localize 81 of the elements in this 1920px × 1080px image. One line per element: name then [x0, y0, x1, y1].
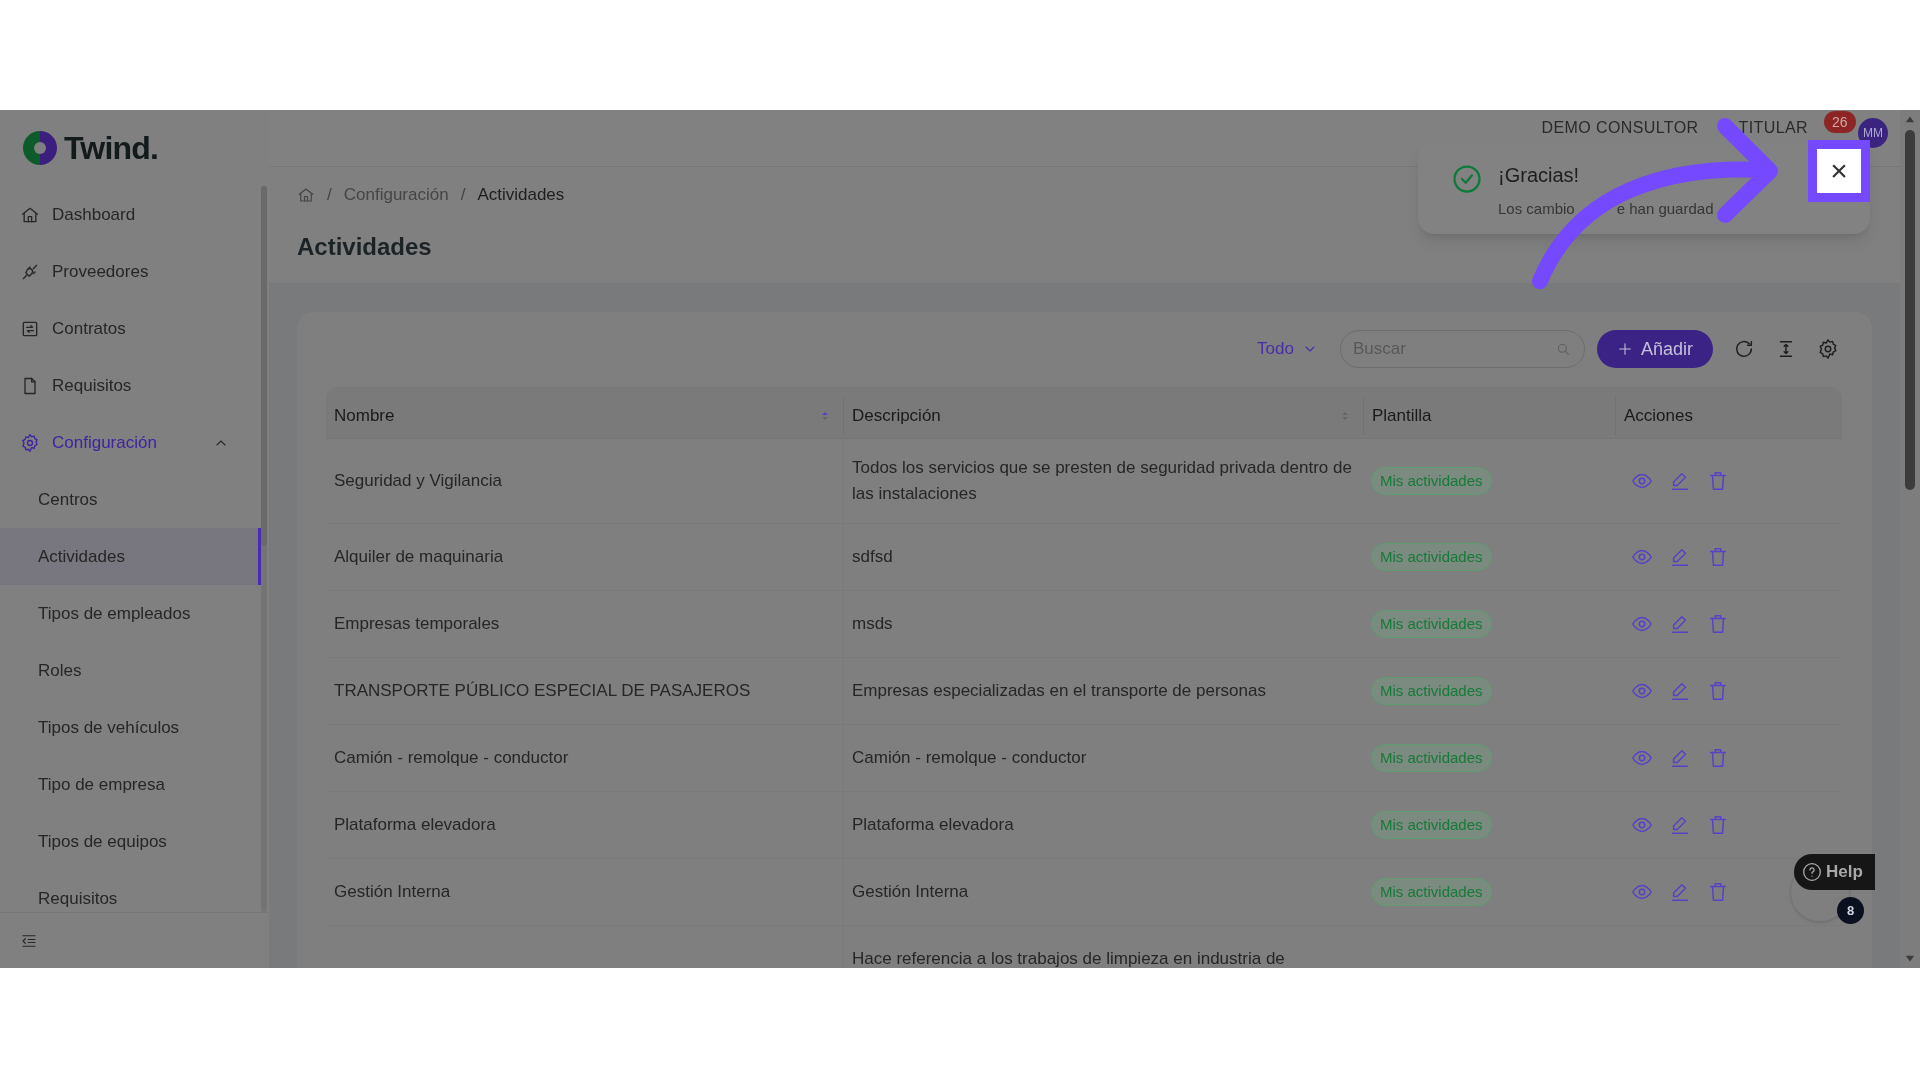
- column-header: Plantilla: [1363, 397, 1615, 435]
- edit-icon[interactable]: [1669, 613, 1691, 635]
- template-tag: Mis actividades: [1371, 609, 1492, 639]
- template-tag: Mis actividades: [1371, 676, 1492, 706]
- sidebar-item[interactable]: Proveedores: [0, 243, 269, 300]
- sidebar-item[interactable]: Requisitos: [0, 357, 269, 414]
- breadcrumb-separator: /: [327, 184, 332, 207]
- edit-icon[interactable]: [1669, 881, 1691, 903]
- scrollbar-thumb[interactable]: [261, 186, 267, 546]
- page-title: Actividades: [297, 232, 433, 262]
- sidebar-item[interactable]: Actividades: [0, 528, 261, 585]
- edit-icon[interactable]: [1669, 470, 1691, 492]
- edit-icon[interactable]: [1669, 814, 1691, 836]
- sidebar-item[interactable]: Dashboard: [0, 186, 269, 243]
- breadcrumb-separator: /: [460, 184, 466, 207]
- plus-icon: [1616, 341, 1633, 357]
- breadcrumb-current: Actividades: [477, 184, 565, 207]
- sidebar-item[interactable]: Configuración: [0, 414, 269, 471]
- table-cell-text: Gestión Interna: [334, 881, 451, 904]
- close-button[interactable]: ×: [1808, 140, 1870, 202]
- help-icon: [1802, 862, 1822, 882]
- delete-icon[interactable]: [1707, 680, 1729, 702]
- edit-icon[interactable]: [1669, 546, 1691, 568]
- table-cell-text: sdfsd: [852, 546, 893, 568]
- logo-text: Twind.: [64, 129, 159, 168]
- toast-message: e han guardad: [1616, 199, 1714, 219]
- edit-icon[interactable]: [1669, 747, 1691, 769]
- column-header: Acciones: [1615, 397, 1842, 435]
- help-tooltip[interactable]: Help: [1794, 854, 1875, 890]
- scroll-up-icon[interactable]: [1904, 114, 1916, 124]
- scrollbar-thumb[interactable]: [1905, 130, 1915, 490]
- logo-icon: [20, 129, 60, 167]
- breadcrumb-link[interactable]: Configuración: [343, 182, 449, 208]
- template-tag: Mis actividades: [1371, 542, 1492, 572]
- sidebar-item[interactable]: Contratos: [0, 300, 269, 357]
- delete-icon[interactable]: [1707, 613, 1729, 635]
- settings-icon: [20, 432, 40, 453]
- filter-dropdown[interactable]: Todo: [1257, 336, 1318, 362]
- table-cell-text: Hace referencia a los trabajos de limpieza en industria de: [852, 948, 1285, 968]
- sidebar-item[interactable]: Tipos de equipos: [0, 813, 269, 870]
- settings-icon[interactable]: [1817, 338, 1839, 360]
- sidebar-item[interactable]: Centros: [0, 471, 269, 528]
- edit-icon[interactable]: [1669, 680, 1691, 702]
- template-tag: Mis actividades: [1371, 877, 1492, 907]
- column-header[interactable]: Descripción: [843, 397, 1363, 435]
- table-cell-text: Plataforma elevadora: [852, 814, 1014, 836]
- table-cell-text: Empresas temporales: [334, 613, 500, 636]
- toast-message: Los cambio: [1498, 199, 1575, 219]
- sidebar-item[interactable]: Tipo de empresa: [0, 756, 269, 813]
- account-name: DEMO CONSULTOR: [1541, 118, 1699, 138]
- table-cell-text: Camión - remolque - conductor: [334, 747, 569, 770]
- table-cell-text: TRANSPORTE PÚBLICO ESPECIAL DE PASAJEROS: [334, 680, 751, 703]
- delete-icon[interactable]: [1707, 881, 1729, 903]
- sidebar-item[interactable]: Tipos de empleados: [0, 585, 269, 642]
- notification-badge: 26: [1824, 111, 1856, 133]
- table-cell-text: msds: [852, 613, 893, 635]
- template-tag: Mis actividades: [1371, 466, 1492, 496]
- scroll-down-icon[interactable]: [1904, 954, 1916, 964]
- template-tag: Mis actividades: [1371, 810, 1492, 840]
- table-cell-text: Camión - remolque - conductor: [852, 747, 1087, 769]
- table-cell-text: Seguridad y Vigilancia: [334, 470, 502, 493]
- table-cell-text: Empresas especializadas en el transporte de personas: [852, 680, 1266, 702]
- delete-icon[interactable]: [1707, 747, 1729, 769]
- table-cell-text: Alquiler de maquinaria: [334, 546, 504, 569]
- add-button[interactable]: Añadir: [1596, 330, 1713, 368]
- column-header[interactable]: Nombre: [326, 387, 843, 445]
- home-icon[interactable]: [297, 186, 315, 204]
- table-cell-text: Todos los servicios que se presten de seguridad privada dentro de las instalaciones: [852, 457, 1353, 505]
- toast-title: ¡Gracias!: [1498, 163, 1581, 188]
- sidebar-item[interactable]: Requisitos: [0, 870, 269, 912]
- table-cell-text: Plataforma elevadora: [334, 814, 496, 837]
- table-cell-text: Gestión Interna: [852, 881, 969, 903]
- delete-icon[interactable]: [1707, 814, 1729, 836]
- success-check-icon: [1452, 164, 1482, 194]
- account-name: TITULAR: [1738, 118, 1808, 138]
- sidebar-item[interactable]: Tipos de vehículos: [0, 699, 269, 756]
- sidebar-item[interactable]: Roles: [0, 642, 269, 699]
- delete-icon[interactable]: [1707, 470, 1729, 492]
- template-tag: Mis actividades: [1371, 743, 1492, 773]
- refresh-icon[interactable]: [1733, 338, 1755, 360]
- delete-icon[interactable]: [1707, 546, 1729, 568]
